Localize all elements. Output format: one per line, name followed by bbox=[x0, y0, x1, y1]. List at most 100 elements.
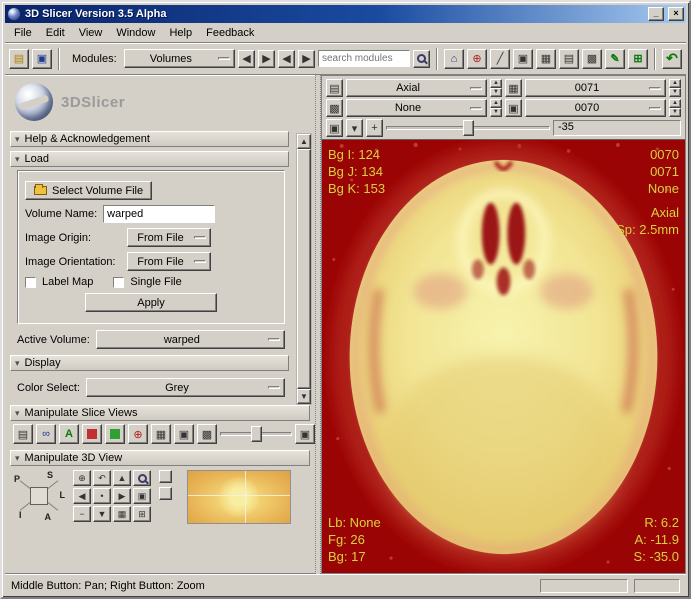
stereo-button[interactable]: ▣ bbox=[133, 488, 151, 504]
axis-letter-l[interactable]: L bbox=[60, 490, 66, 500]
slider-thumb[interactable] bbox=[463, 120, 474, 136]
scrollbar-thumb[interactable] bbox=[297, 149, 311, 389]
menu-feedback[interactable]: Feedback bbox=[199, 25, 261, 41]
extensions-button[interactable]: ⊞ bbox=[628, 49, 648, 69]
spin-up-icon[interactable]: ▲ bbox=[490, 79, 502, 88]
more-views-button[interactable]: ▩ bbox=[197, 424, 217, 444]
modules-next-button[interactable]: ▶ bbox=[298, 50, 315, 68]
fade-slider[interactable] bbox=[220, 425, 292, 443]
select-volume-file-button[interactable]: Select Volume File bbox=[25, 181, 152, 200]
spin-down-icon[interactable]: ▼ bbox=[669, 108, 681, 117]
volume-render-button[interactable]: ▩ bbox=[582, 49, 602, 69]
section-manipulate-slice-views[interactable]: ▾ Manipulate Slice Views bbox=[10, 405, 310, 421]
axis-letter-s[interactable]: S bbox=[47, 470, 53, 480]
axial-slice-view[interactable]: Bg I: 124Bg J: 134Bg K: 153 00700071None… bbox=[322, 140, 685, 573]
look-right-button[interactable]: ▶ bbox=[113, 488, 131, 504]
scroll-down-icon[interactable]: ▼ bbox=[297, 389, 311, 404]
slice-offset-slider[interactable] bbox=[386, 119, 550, 137]
ortho-button[interactable]: ⊞ bbox=[133, 506, 151, 522]
crosshair-button[interactable]: ⊕ bbox=[128, 424, 148, 444]
panel-scrollbar[interactable]: ▲ ▼ bbox=[296, 133, 312, 405]
image-orientation-dropdown[interactable]: From File bbox=[127, 252, 211, 271]
foreground-layer-button[interactable]: ▦ bbox=[505, 79, 522, 97]
background-volume-dropdown[interactable]: 0070 bbox=[525, 99, 666, 117]
label-opacity-button[interactable] bbox=[82, 424, 102, 444]
spin-toggle[interactable] bbox=[159, 487, 172, 500]
spin-up-icon[interactable]: ▲ bbox=[669, 79, 681, 88]
zoom-out-button[interactable]: − bbox=[73, 506, 91, 522]
section-display[interactable]: ▾ Display bbox=[10, 355, 289, 371]
menu-help[interactable]: Help bbox=[162, 25, 199, 41]
modules-dropdown[interactable]: Volumes bbox=[124, 49, 235, 68]
rock-button[interactable]: ▦ bbox=[113, 506, 131, 522]
modules-history-back-button[interactable]: ◀ bbox=[238, 50, 255, 68]
layout-button[interactable]: ▦ bbox=[536, 49, 556, 69]
menu-view[interactable]: View bbox=[72, 25, 110, 41]
spin-down-icon[interactable]: ▼ bbox=[669, 88, 681, 97]
look-left-button[interactable]: ◀ bbox=[73, 488, 91, 504]
image-origin-dropdown[interactable]: From File bbox=[127, 228, 211, 247]
menu-file[interactable]: File bbox=[7, 25, 39, 41]
fit-slices-button[interactable]: ▣ bbox=[295, 424, 315, 444]
fiducial-button[interactable]: ⊕ bbox=[467, 49, 487, 69]
section-load[interactable]: ▾ Load bbox=[10, 151, 289, 167]
menu-edit[interactable]: Edit bbox=[39, 25, 72, 41]
ruler-button[interactable]: ╱ bbox=[490, 49, 510, 69]
slice-layers-button[interactable]: ▤ bbox=[13, 424, 33, 444]
minimize-button[interactable]: _ bbox=[648, 7, 664, 21]
slice-link-button[interactable]: ∞ bbox=[36, 424, 56, 444]
title-bar[interactable]: 3D Slicer Version 3.5 Alpha _ × bbox=[5, 5, 686, 23]
slice-offset-value[interactable]: -35 bbox=[553, 120, 681, 136]
modules-prev-button[interactable]: ◀ bbox=[278, 50, 295, 68]
slice-options-button[interactable]: ▾ bbox=[346, 119, 363, 137]
active-volume-dropdown[interactable]: warped bbox=[96, 330, 285, 349]
slice-menu-button[interactable]: ▣ bbox=[326, 119, 343, 137]
axis-letter-i[interactable]: I bbox=[19, 510, 22, 520]
close-button[interactable]: × bbox=[668, 7, 684, 21]
orientation-dropdown[interactable]: Axial bbox=[346, 79, 487, 97]
axis-orientation-widget[interactable]: P S L I A bbox=[13, 470, 65, 522]
center-view-button[interactable]: • bbox=[93, 488, 111, 504]
menu-window[interactable]: Window bbox=[109, 25, 162, 41]
annotation-button[interactable]: A bbox=[59, 424, 79, 444]
zoom-in-button[interactable]: ⊕ bbox=[73, 470, 91, 486]
modules-history-forward-button[interactable]: ▶ bbox=[258, 50, 275, 68]
editor-button[interactable]: ✎ bbox=[605, 49, 625, 69]
label-volume-dropdown[interactable]: None bbox=[346, 99, 487, 117]
section-manipulate-3d-view[interactable]: ▾ Manipulate 3D View bbox=[10, 450, 310, 466]
spin-up-icon[interactable]: ▲ bbox=[490, 99, 502, 108]
label-layer-button[interactable]: ▩ bbox=[326, 99, 343, 117]
grid-toggle-button[interactable]: ▦ bbox=[151, 424, 171, 444]
visibility-toggle[interactable] bbox=[159, 470, 172, 483]
undo-button[interactable]: ↶ bbox=[662, 49, 682, 69]
background-layer-button[interactable]: ▣ bbox=[505, 99, 522, 117]
spin-button[interactable]: ↶ bbox=[93, 470, 111, 486]
single-file-checkbox[interactable] bbox=[113, 277, 124, 288]
label-map-checkbox[interactable] bbox=[25, 277, 36, 288]
module-search-input[interactable] bbox=[318, 50, 410, 67]
apply-button[interactable]: Apply bbox=[85, 293, 217, 312]
foreground-volume-dropdown[interactable]: 0071 bbox=[525, 79, 666, 97]
spin-down-icon[interactable]: ▼ bbox=[490, 108, 502, 117]
slice-visibility-button[interactable]: ▤ bbox=[326, 79, 343, 97]
module-search-button[interactable] bbox=[413, 50, 430, 68]
screenshot-button[interactable]: ▣ bbox=[513, 49, 533, 69]
layers-button[interactable]: ▤ bbox=[559, 49, 579, 69]
section-help-acknowledgement[interactable]: ▾ Help & Acknowledgement bbox=[10, 131, 289, 147]
look-down-button[interactable]: ▼ bbox=[93, 506, 111, 522]
slice-plus-button[interactable]: + bbox=[366, 119, 383, 137]
axis-letter-p[interactable]: P bbox=[14, 474, 20, 484]
slider-thumb[interactable] bbox=[251, 426, 262, 442]
save-scene-button[interactable]: ▣ bbox=[32, 49, 52, 69]
spin-up-icon[interactable]: ▲ bbox=[669, 99, 681, 108]
scroll-up-icon[interactable]: ▲ bbox=[297, 134, 311, 149]
fg-bg-toggle-button[interactable] bbox=[105, 424, 125, 444]
zoom-glass-button[interactable] bbox=[133, 470, 151, 486]
look-up-button[interactable]: ▲ bbox=[113, 470, 131, 486]
home-module-button[interactable]: ⌂ bbox=[444, 49, 464, 69]
volume-name-input[interactable] bbox=[103, 205, 215, 223]
spin-down-icon[interactable]: ▼ bbox=[490, 88, 502, 97]
compare-view-button[interactable]: ▣ bbox=[174, 424, 194, 444]
color-select-dropdown[interactable]: Grey bbox=[86, 378, 285, 397]
load-scene-button[interactable]: ▤ bbox=[9, 49, 29, 69]
